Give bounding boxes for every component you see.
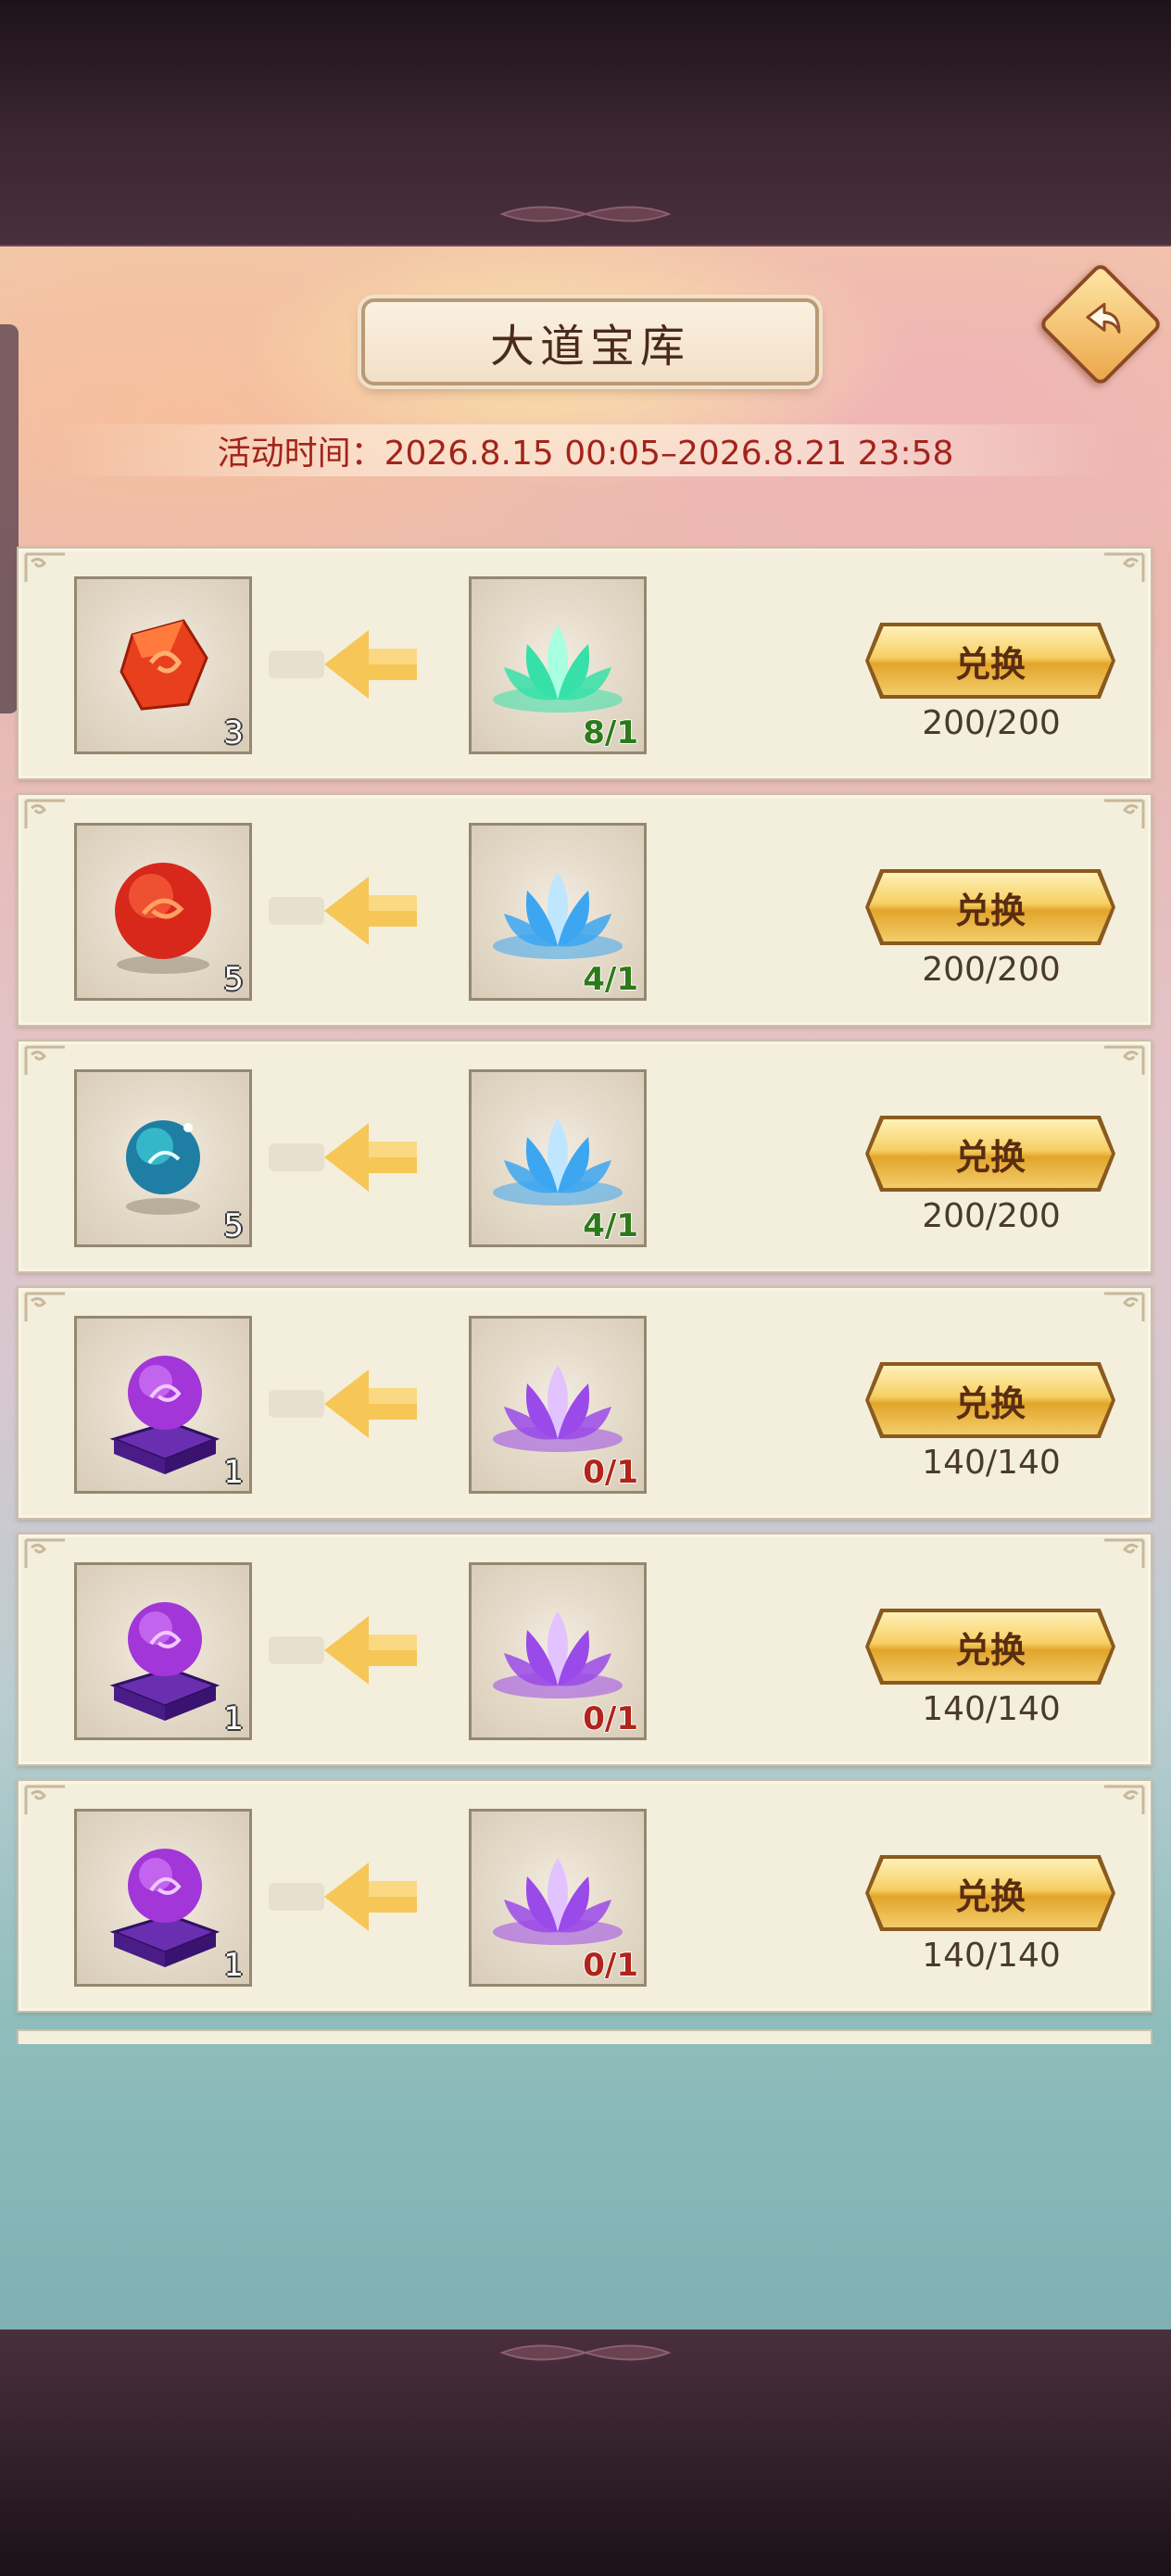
corner-ornament bbox=[1101, 550, 1147, 587]
reward-item-slot[interactable]: 1 bbox=[74, 1562, 252, 1740]
cost-progress: 4/1 bbox=[583, 961, 638, 998]
reward-count: 1 bbox=[223, 1454, 244, 1491]
corner-ornament bbox=[22, 1783, 69, 1820]
exchange-row: 3 8/1 兑换 200/200 bbox=[17, 547, 1152, 780]
reward-count: 5 bbox=[223, 1207, 244, 1244]
reward-item-slot[interactable]: 3 bbox=[74, 576, 252, 754]
arrow-left-icon bbox=[259, 1846, 426, 1948]
cost-item-slot[interactable]: 4/1 bbox=[469, 1069, 647, 1247]
cost-progress: 0/1 bbox=[583, 1700, 638, 1737]
reward-count: 1 bbox=[223, 1700, 244, 1737]
arrow-left-icon bbox=[259, 1106, 426, 1208]
cost-item-slot[interactable]: 4/1 bbox=[469, 823, 647, 1001]
arrow-left-icon bbox=[259, 1353, 426, 1455]
exchange-button[interactable]: 兑换 bbox=[869, 1119, 1112, 1188]
cost-item-slot[interactable]: 0/1 bbox=[469, 1562, 647, 1740]
exchange-limit: 140/140 bbox=[922, 1937, 1061, 1975]
exchange-limit: 200/200 bbox=[922, 951, 1061, 989]
corner-ornament bbox=[1101, 1290, 1147, 1327]
top-ornament bbox=[499, 206, 672, 222]
exchange-button[interactable]: 兑换 bbox=[869, 1612, 1112, 1681]
corner-ornament bbox=[1101, 1783, 1147, 1820]
page-title-text: 大道宝库 bbox=[489, 321, 690, 373]
exchange-row: 5 4/1 兑换 200/200 bbox=[17, 1040, 1152, 1273]
cost-item-slot[interactable]: 0/1 bbox=[469, 1809, 647, 1987]
exchange-limit: 140/140 bbox=[922, 1444, 1061, 1482]
corner-ornament bbox=[22, 1536, 69, 1573]
exchange-button[interactable]: 兑换 bbox=[869, 873, 1112, 941]
reward-item-slot[interactable]: 5 bbox=[74, 823, 252, 1001]
exchange-row: 1 0/1 兑换 140/140 bbox=[17, 1779, 1152, 2013]
corner-ornament bbox=[22, 797, 69, 834]
corner-ornament bbox=[22, 1290, 69, 1327]
cost-item-slot[interactable]: 0/1 bbox=[469, 1316, 647, 1494]
reward-item-slot[interactable]: 1 bbox=[74, 1316, 252, 1494]
corner-ornament bbox=[1101, 1043, 1147, 1080]
reward-count: 3 bbox=[223, 714, 244, 751]
exchange-button[interactable]: 兑换 bbox=[869, 1366, 1112, 1434]
page-title: 大道宝库 bbox=[361, 298, 819, 385]
cost-progress: 0/1 bbox=[583, 1454, 638, 1491]
exchange-row: 5 4/1 兑换 200/200 bbox=[17, 793, 1152, 1027]
exchange-limit: 140/140 bbox=[922, 1690, 1061, 1728]
exchange-limit: 200/200 bbox=[922, 1197, 1061, 1235]
exchange-row: 1 0/1 兑换 140/140 bbox=[17, 1286, 1152, 1520]
exchange-limit: 200/200 bbox=[922, 704, 1061, 742]
exchange-button[interactable]: 兑换 bbox=[869, 1859, 1112, 1927]
reward-item-slot[interactable]: 1 bbox=[74, 1809, 252, 1987]
exchange-row: 1 0/1 兑换 140/140 bbox=[17, 1533, 1152, 1766]
side-tab-handle[interactable] bbox=[0, 324, 19, 713]
activity-time-text: 活动时间：2026.8.15 00:05–2026.8.21 23:58 bbox=[217, 435, 954, 473]
reward-item-slot[interactable]: 5 bbox=[74, 1069, 252, 1247]
cost-progress: 4/1 bbox=[583, 1207, 638, 1244]
corner-ornament bbox=[22, 550, 69, 587]
bottom-ornament bbox=[499, 2344, 672, 2361]
corner-ornament bbox=[1101, 1536, 1147, 1573]
arrow-left-icon bbox=[259, 613, 426, 715]
exchange-button[interactable]: 兑换 bbox=[869, 626, 1112, 695]
back-arrow-icon bbox=[1086, 302, 1121, 334]
exchange-row-partial bbox=[17, 2029, 1152, 2044]
cost-item-slot[interactable]: 8/1 bbox=[469, 576, 647, 754]
activity-time: 活动时间：2026.8.15 00:05–2026.8.21 23:58 bbox=[0, 424, 1171, 476]
reward-count: 1 bbox=[223, 1947, 244, 1984]
reward-count: 5 bbox=[223, 961, 244, 998]
arrow-left-icon bbox=[259, 860, 426, 962]
arrow-left-icon bbox=[259, 1599, 426, 1701]
cost-progress: 0/1 bbox=[583, 1947, 638, 1984]
corner-ornament bbox=[1101, 797, 1147, 834]
cost-progress: 8/1 bbox=[583, 714, 638, 751]
corner-ornament bbox=[22, 1043, 69, 1080]
